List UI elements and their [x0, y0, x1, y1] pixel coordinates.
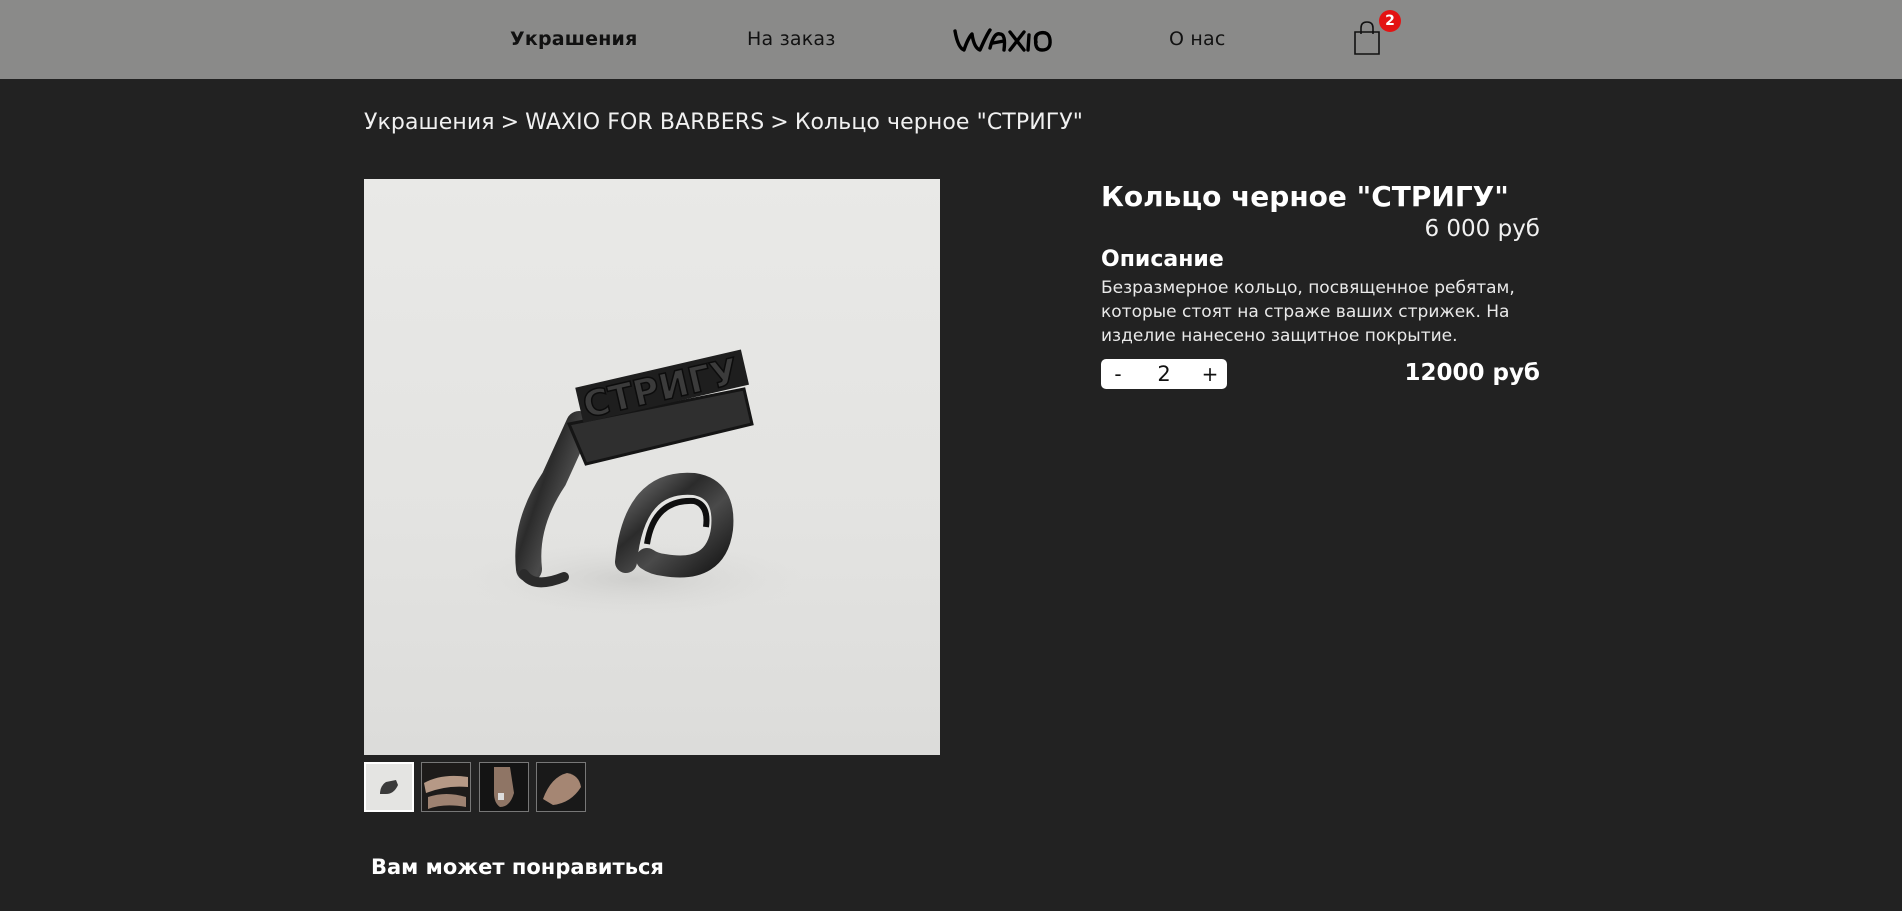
top-nav-bar: Украшения На заказ О нас 2	[0, 0, 1902, 79]
recommendations-heading: Вам может понравиться	[371, 855, 664, 879]
description-text: Безразмерное кольцо, посвященное ребятам…	[1101, 278, 1515, 346]
breadcrumb-separator: >	[770, 110, 789, 135]
breadcrumb: Украшения > WAXIO FOR BARBERS > Кольцо черно…	[364, 110, 1083, 135]
unit-price: 6 000 руб	[1424, 216, 1540, 242]
quantity-value[interactable]: 2	[1141, 359, 1187, 389]
breadcrumb-item-collection[interactable]: WAXIO FOR BARBERS	[525, 110, 764, 135]
total-price: 12000 руб	[1404, 360, 1540, 386]
thumbnail-2[interactable]	[421, 762, 471, 812]
product-title: Кольцо черное "СТРИГУ"	[1101, 180, 1509, 213]
description-heading: Описание	[1101, 247, 1224, 272]
thumbnail-3[interactable]	[479, 762, 529, 812]
decrease-quantity-button[interactable]: -	[1103, 359, 1133, 389]
increase-quantity-button[interactable]: +	[1195, 359, 1225, 389]
hands-thumbnail-image	[422, 763, 470, 811]
waxio-logo[interactable]	[952, 22, 1054, 56]
cart-count-badge: 2	[1379, 10, 1401, 32]
nav-link-custom-order[interactable]: На заказ	[747, 28, 836, 50]
thumbnail-1[interactable]	[364, 762, 414, 812]
product-main-image[interactable]: СТРИГУ	[364, 179, 940, 755]
breadcrumb-separator: >	[500, 110, 520, 135]
quantity-stepper: - 2 +	[1101, 359, 1227, 389]
ring-illustration: СТРИГУ	[464, 349, 804, 619]
hand-thumbnail-image	[537, 763, 585, 811]
breadcrumb-item-current: Кольцо черное "СТРИГУ"	[794, 110, 1084, 135]
breadcrumb-item-jewelry[interactable]: Украшения	[364, 110, 495, 135]
nav-link-about[interactable]: О нас	[1169, 28, 1226, 50]
thumbnail-4[interactable]	[536, 762, 586, 812]
shopping-bag-icon[interactable]	[1352, 20, 1382, 56]
hand-thumbnail-image	[480, 763, 528, 811]
ring-thumbnail-image	[380, 780, 398, 794]
nav-link-jewelry[interactable]: Украшения	[510, 28, 637, 50]
